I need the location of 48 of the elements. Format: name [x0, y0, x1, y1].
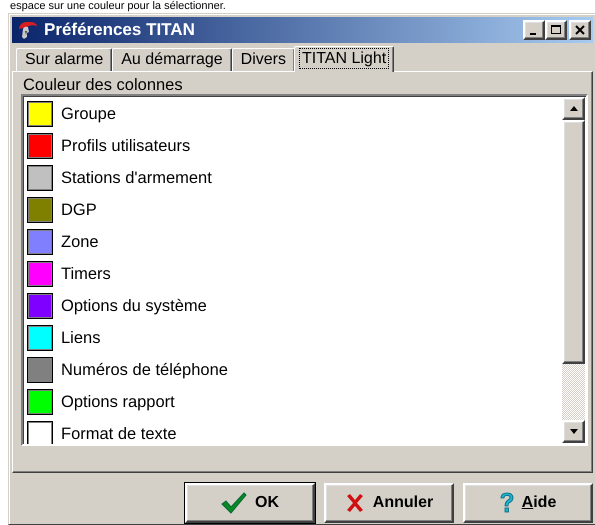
color-swatch[interactable] — [27, 197, 53, 223]
color-swatch[interactable] — [27, 357, 53, 383]
color-swatch[interactable] — [27, 293, 53, 319]
minimize-button[interactable] — [523, 20, 545, 40]
color-swatch[interactable] — [27, 165, 53, 191]
color-label[interactable]: Liens — [61, 328, 100, 348]
color-swatch[interactable] — [27, 421, 53, 444]
color-label[interactable]: Options du système — [61, 296, 207, 316]
minimize-icon — [530, 33, 536, 35]
close-icon — [575, 25, 585, 35]
close-button[interactable] — [569, 20, 591, 40]
group-label: Couleur des colonnes — [23, 77, 184, 93]
help-button[interactable]: Aide — [463, 483, 593, 523]
tab[interactable]: Au démarrage — [112, 48, 232, 71]
color-label[interactable]: Timers — [61, 264, 111, 284]
tab[interactable]: Sur alarme — [16, 48, 112, 71]
color-swatch[interactable] — [27, 325, 53, 351]
cancel-button[interactable]: Annuler — [324, 483, 454, 523]
color-swatch[interactable] — [27, 133, 53, 159]
scrollbar[interactable] — [562, 97, 585, 443]
color-swatch[interactable] — [27, 229, 53, 255]
scroll-down-button[interactable] — [562, 420, 585, 443]
tab[interactable]: Divers — [232, 48, 295, 71]
color-label[interactable]: DGP — [61, 200, 97, 220]
color-label[interactable]: Format de texte — [61, 424, 177, 444]
maximize-button[interactable] — [545, 20, 567, 40]
scroll-up-button[interactable] — [562, 97, 585, 120]
color-label[interactable]: Groupe — [61, 104, 116, 124]
color-label[interactable]: Profils utilisateurs — [61, 136, 190, 156]
cross-icon — [344, 493, 365, 513]
color-swatch[interactable] — [27, 261, 53, 287]
scroll-thumb[interactable] — [562, 120, 585, 364]
maximize-icon — [551, 25, 561, 35]
color-swatch[interactable] — [27, 101, 53, 127]
window-title: Préférences TITAN — [44, 20, 196, 40]
caption-text: espace sur une couleur pour la sélectionner. — [10, 0, 227, 13]
ok-button[interactable]: OK — [185, 483, 315, 523]
help-icon — [500, 492, 514, 514]
down-arrow-icon — [570, 429, 578, 434]
up-arrow-icon — [570, 106, 578, 111]
tab[interactable]: TITAN Light — [294, 46, 394, 72]
color-label[interactable]: Options rapport — [61, 392, 175, 412]
color-label[interactable]: Zone — [61, 232, 99, 252]
check-icon — [221, 492, 247, 514]
helmet-icon — [16, 20, 38, 40]
color-label[interactable]: Stations d'armement — [61, 168, 212, 188]
color-swatch[interactable] — [27, 389, 53, 415]
color-label[interactable]: Numéros de téléphone — [61, 360, 228, 380]
